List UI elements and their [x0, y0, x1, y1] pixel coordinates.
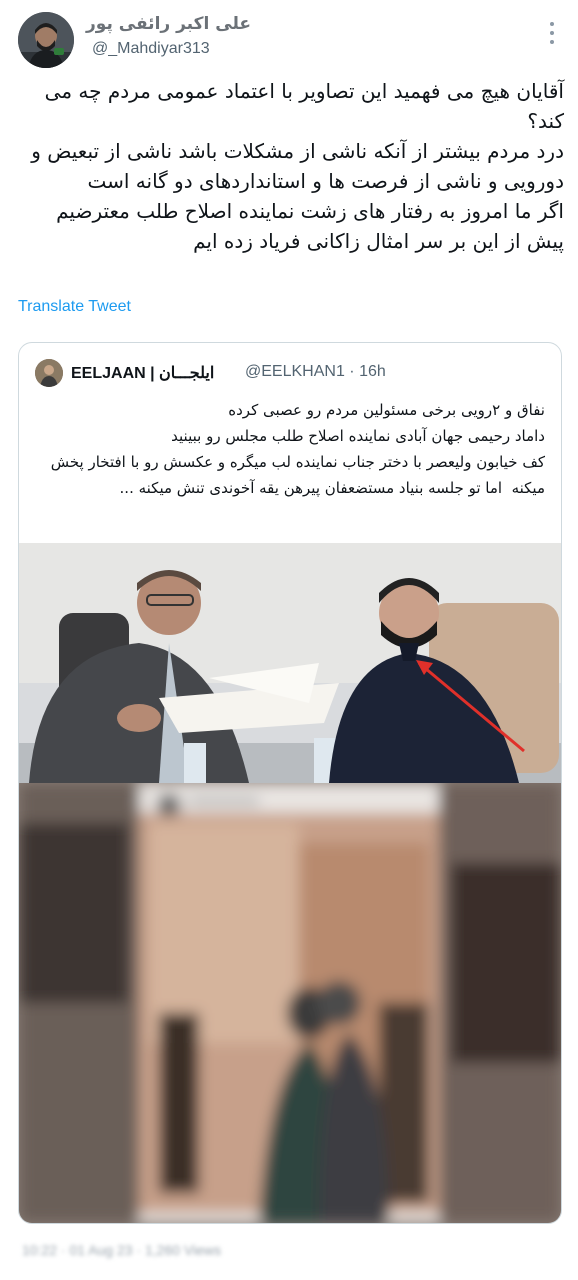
quoted-avatar[interactable]: [35, 359, 63, 387]
tweet-meta-footer: 10:22 · 01 Aug 23 · 1,260 Views: [22, 1242, 221, 1258]
quoted-handle[interactable]: @EELKHAN1: [245, 363, 345, 380]
quoted-text: نفاق و ۲رویی برخی مسئولین مردم رو عصبی ک…: [50, 401, 545, 497]
author-display-name[interactable]: علی اکبر رائفی پور: [86, 14, 251, 34]
more-options-icon[interactable]: [550, 22, 556, 44]
author-handle[interactable]: @_Mahdiyar313: [92, 40, 210, 58]
translate-tweet-link[interactable]: Translate Tweet: [18, 298, 131, 316]
quoted-user-avatar-icon: [35, 359, 63, 387]
quoted-display-name[interactable]: EELJAAN | ایلجـــان: [71, 363, 214, 383]
quoted-tweet[interactable]: EELJAAN | ایلجـــان @EELKHAN1 · 16h نفاق…: [18, 342, 562, 1224]
blurred-photo-image: [19, 783, 561, 1223]
blurred-couple-photo[interactable]: [19, 783, 561, 1223]
tweet-text: آقایان هیچ می فهمید این تصاویر با اعتماد…: [31, 79, 564, 253]
quoted-time: · 16h: [349, 363, 386, 380]
meeting-photo-image: [19, 543, 561, 783]
quoted-meta[interactable]: @EELKHAN1 · 16h: [245, 363, 386, 381]
user-avatar-icon: [18, 12, 74, 68]
meeting-photo[interactable]: [19, 543, 561, 783]
author-avatar[interactable]: [18, 12, 74, 68]
